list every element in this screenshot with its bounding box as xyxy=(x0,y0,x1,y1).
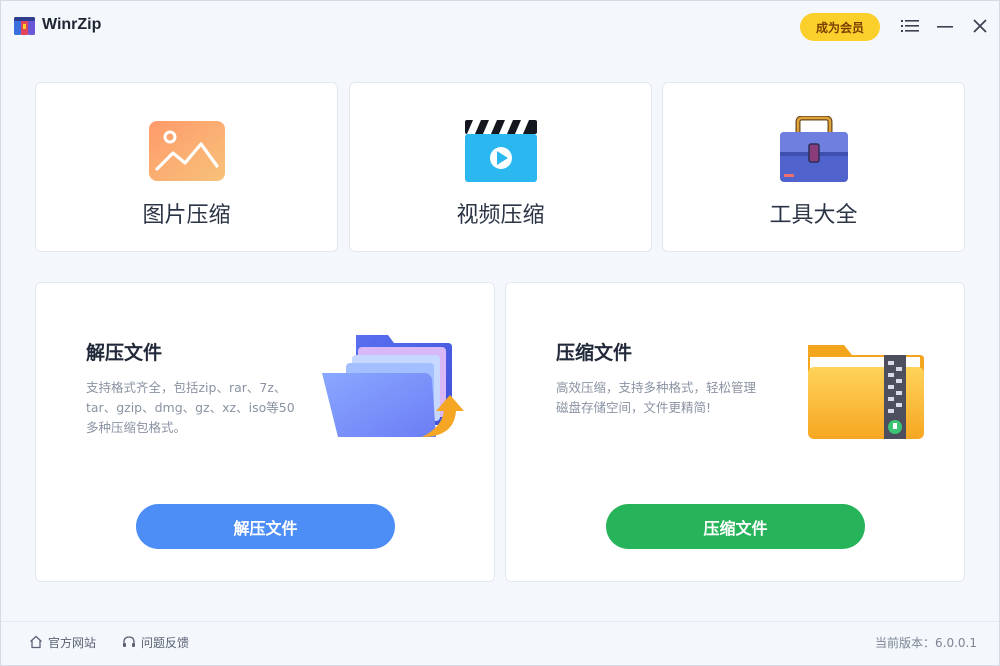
official-site-link[interactable]: 官方网站 xyxy=(29,633,96,651)
footer-divider xyxy=(1,621,999,622)
home-icon xyxy=(30,635,42,649)
extract-title: 解压文件 xyxy=(86,342,163,364)
image-compress-label: 图片压缩 xyxy=(142,203,231,228)
toolbox-icon xyxy=(779,116,848,182)
headset-icon xyxy=(123,636,135,647)
extract-card: 解压文件 支持格式齐全，包括zip、rar、7z、tar、gzip、dmg、gz… xyxy=(35,282,495,582)
winrzip-logo-icon xyxy=(14,17,35,35)
video-compress-card[interactable]: 视频压缩 xyxy=(349,82,652,252)
extract-description: 支持格式齐全，包括zip、rar、7z、tar、gzip、dmg、gz、xz、i… xyxy=(86,380,295,435)
compress-card: 压缩文件 高效压缩，支持多种格式，轻松管理磁盘存储空间，文件更精简! 压缩文件 xyxy=(505,282,965,582)
minimize-icon[interactable] xyxy=(935,16,955,36)
compress-title: 压缩文件 xyxy=(556,342,633,364)
list-menu-icon[interactable] xyxy=(900,16,920,36)
become-member-button[interactable]: 成为会员 xyxy=(800,13,880,41)
version-text: 当前版本：6.0.0.1 xyxy=(875,636,977,650)
video-compress-label: 视频压缩 xyxy=(456,203,545,228)
extract-button[interactable]: 解压文件 xyxy=(136,504,395,549)
compress-description: 高效压缩，支持多种格式，轻松管理磁盘存储空间，文件更精简! xyxy=(556,380,757,415)
app-title: WinrZip xyxy=(42,16,102,33)
image-compress-card[interactable]: 图片压缩 xyxy=(35,82,338,252)
image-icon xyxy=(148,121,225,181)
feedback-link[interactable]: 问题反馈 xyxy=(122,633,189,651)
tools-card[interactable]: 工具大全 xyxy=(662,82,965,252)
title-bar: WinrZip 成为会员 xyxy=(1,1,999,53)
video-clapper-icon xyxy=(464,120,537,182)
open-folder-icon xyxy=(322,335,464,437)
official-site-label: 官方网站 xyxy=(48,635,97,650)
feedback-label: 问题反馈 xyxy=(141,635,190,650)
zip-folder-icon xyxy=(808,345,924,439)
close-icon[interactable] xyxy=(970,16,990,36)
tools-label: 工具大全 xyxy=(769,203,858,228)
compress-button[interactable]: 压缩文件 xyxy=(606,504,865,549)
app-window: WinrZip 成为会员 图片压缩 视频压缩 工具大全 解压文件 支持格式齐全，… xyxy=(0,0,1000,666)
